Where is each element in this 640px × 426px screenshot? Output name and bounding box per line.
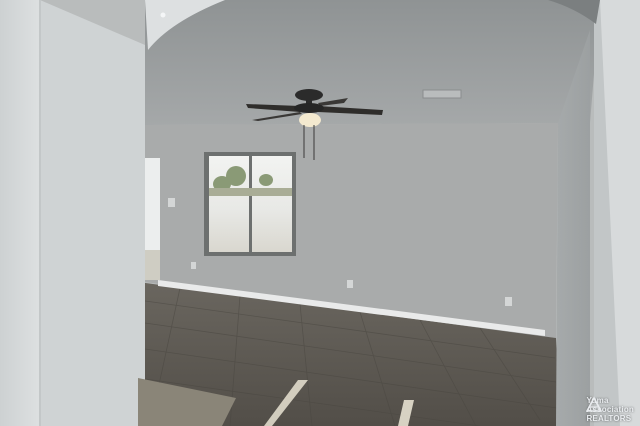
foreground-wall: [40, 0, 145, 426]
room-scene: [0, 0, 640, 426]
outlet: [347, 280, 353, 288]
realtor-watermark: Yuma Association REALTORS: [586, 396, 634, 423]
window-pane-right: [252, 156, 292, 252]
light-switch: [168, 198, 175, 207]
hvac-vent: [422, 89, 462, 99]
outlet: [505, 297, 512, 306]
watermark-line3: REALTORS: [586, 414, 632, 423]
foreground-wall-left: [0, 0, 40, 426]
room-photo: Yuma Association REALTORS: [0, 0, 640, 426]
outlet: [191, 262, 196, 269]
ceiling: [145, 0, 600, 125]
fan-light-globe: [299, 113, 321, 127]
realtor-logo-icon: [586, 396, 603, 412]
ceiling-light-dot: [160, 12, 166, 18]
